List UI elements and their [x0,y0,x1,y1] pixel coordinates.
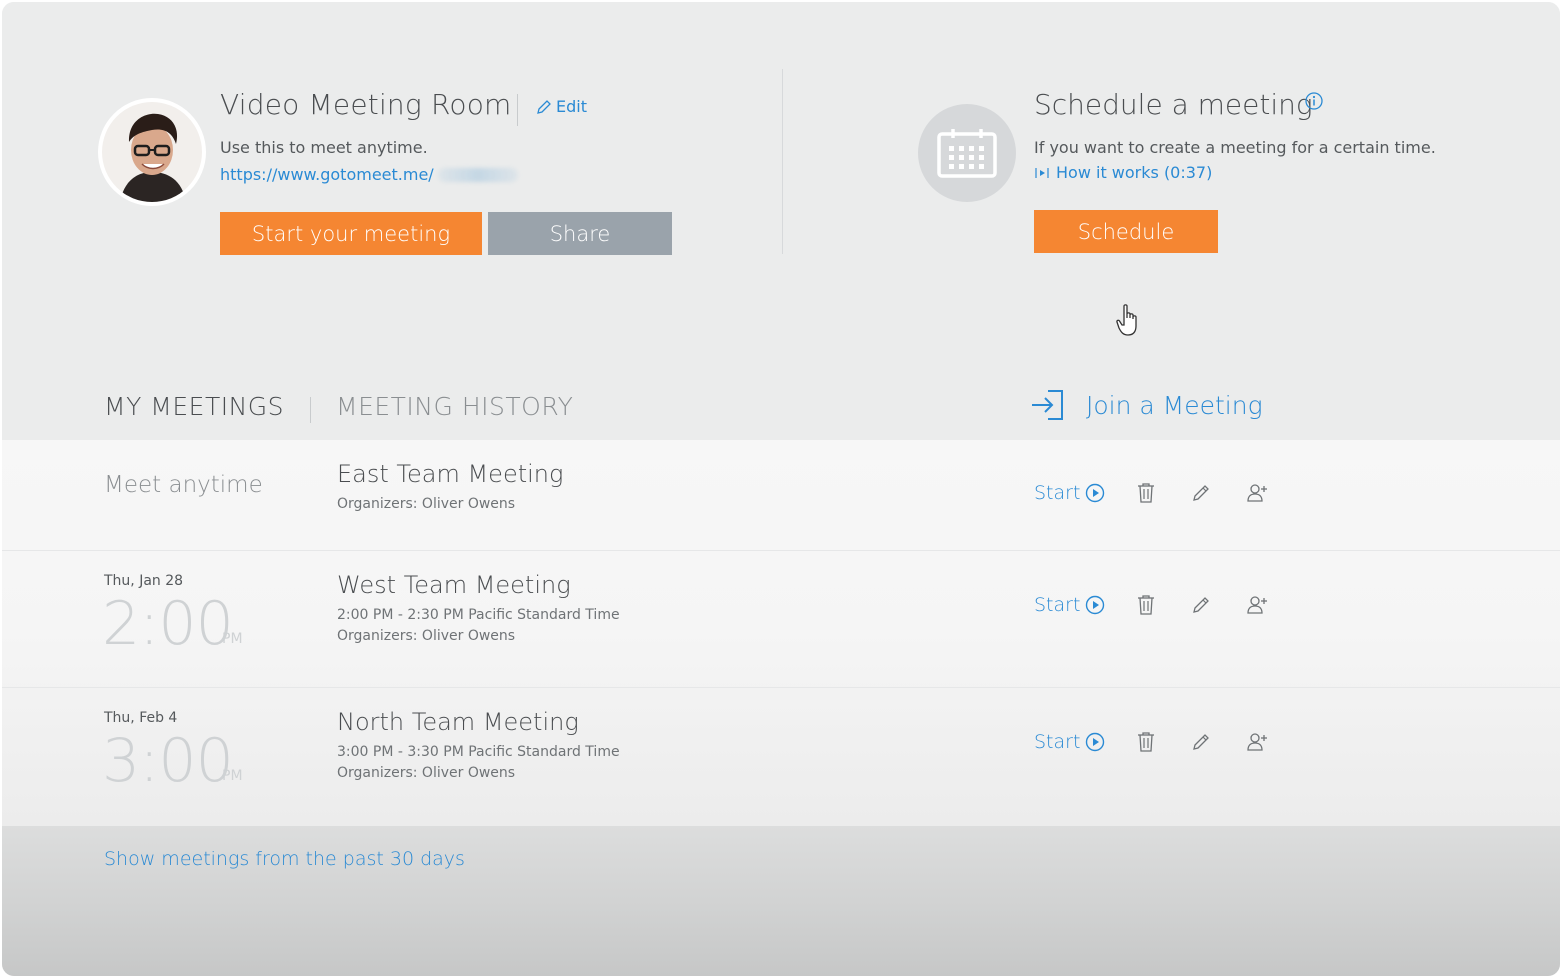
start-meeting-link[interactable]: Start [1034,482,1136,504]
meeting-ampm: PM [222,768,243,784]
meetings-list: Meet anytime East Team Meeting Organizer… [2,440,1560,826]
delete-meeting-button[interactable] [1136,594,1191,616]
meeting-ampm: PM [222,631,243,647]
meeting-title: West Team Meeting [337,571,571,599]
calendar-icon [937,129,997,178]
hand-cursor-icon [1116,304,1137,336]
join-label: Join a Meeting [1086,390,1263,420]
url-blurred-segment [437,167,518,182]
start-meeting-link[interactable]: Start [1034,731,1136,753]
room-url-text: https://www.gotomeet.me/ [220,165,434,184]
video-play-icon [1035,167,1049,178]
info-icon[interactable] [1304,91,1324,111]
calendar-badge [918,104,1016,202]
meeting-organizers: Organizers: Oliver Owens [337,765,516,781]
add-user-icon [1247,596,1267,614]
app-frame: Video Meeting Room Edit Use this to meet… [2,2,1560,976]
header-section: Video Meeting Room Edit Use this to meet… [2,2,1560,440]
meeting-actions: Start [1034,731,1301,753]
room-description: Use this to meet anytime. [220,138,428,157]
meeting-date: Thu, Feb 4 [104,710,178,726]
how-it-works-label: How it works (0:37) [1056,163,1213,182]
room-title: Video Meeting Room [220,88,512,121]
edit-icon [1193,485,1209,501]
start-label: Start [1034,482,1081,504]
tab-separator [310,397,311,423]
play-icon [1086,595,1105,615]
invite-meeting-button[interactable] [1246,732,1301,752]
title-divider [517,94,518,126]
pencil-icon [537,99,551,114]
delete-meeting-button[interactable] [1136,482,1191,504]
schedule-button[interactable]: Schedule [1034,210,1218,253]
start-your-meeting-button[interactable]: Start your meeting [220,212,482,255]
join-a-meeting-link[interactable]: Join a Meeting [1030,388,1263,422]
edit-icon [1193,597,1209,613]
edit-meeting-button[interactable] [1191,732,1246,752]
meeting-organizers: Organizers: Oliver Owens [337,496,516,512]
schedule-description: If you want to create a meeting for a ce… [1034,138,1436,157]
trash-icon [1138,595,1154,615]
meet-anytime-label: Meet anytime [104,472,263,498]
tab-my-meetings[interactable]: MY MEETINGS [104,392,284,421]
play-icon [1086,732,1105,752]
footer: Show meetings from the past 30 days [2,826,1560,976]
edit-label: Edit [556,97,587,116]
meeting-organizers: Organizers: Oliver Owens [337,628,516,644]
meeting-date: Thu, Jan 28 [104,573,184,589]
room-url-link[interactable]: https://www.gotomeet.me/ [220,165,518,184]
edit-room-link[interactable]: Edit [536,97,587,116]
avatar [102,102,202,202]
tab-meeting-history[interactable]: MEETING HISTORY [336,392,573,421]
add-user-icon [1247,484,1267,502]
meeting-title: East Team Meeting [337,460,564,488]
invite-meeting-button[interactable] [1246,595,1301,615]
start-label: Start [1034,594,1081,616]
show-past-meetings-link[interactable]: Show meetings from the past 30 days [104,848,465,870]
meeting-actions: Start [1034,594,1301,616]
trash-icon [1138,732,1154,752]
trash-icon [1138,483,1154,503]
invite-meeting-button[interactable] [1246,483,1301,503]
meeting-row: Thu, Jan 28 2:00 PM West Team Meeting 2:… [2,551,1560,688]
edit-icon [1193,734,1209,750]
play-icon [1086,483,1105,503]
edit-meeting-button[interactable] [1191,483,1246,503]
meeting-row: Thu, Feb 4 3:00 PM North Team Meeting 3:… [2,688,1560,826]
delete-meeting-button[interactable] [1136,731,1191,753]
meeting-actions: Start [1034,482,1301,504]
meeting-time-range: 3:00 PM - 3:30 PM Pacific Standard Time [337,744,620,760]
meeting-time: 2:00 [102,589,234,659]
meeting-title: North Team Meeting [337,708,579,736]
vertical-divider [782,69,783,254]
avatar-photo [102,102,202,202]
edit-meeting-button[interactable] [1191,595,1246,615]
start-meeting-link[interactable]: Start [1034,594,1136,616]
meeting-time-range: 2:00 PM - 2:30 PM Pacific Standard Time [337,607,620,623]
schedule-title: Schedule a meeting [1034,88,1313,121]
meeting-row: Meet anytime East Team Meeting Organizer… [2,440,1560,551]
how-it-works-link[interactable]: How it works (0:37) [1034,163,1212,182]
sign-in-icon [1032,390,1063,420]
start-label: Start [1034,731,1081,753]
meeting-time: 3:00 [102,726,234,796]
add-user-icon [1247,733,1267,751]
share-button[interactable]: Share [488,212,672,255]
